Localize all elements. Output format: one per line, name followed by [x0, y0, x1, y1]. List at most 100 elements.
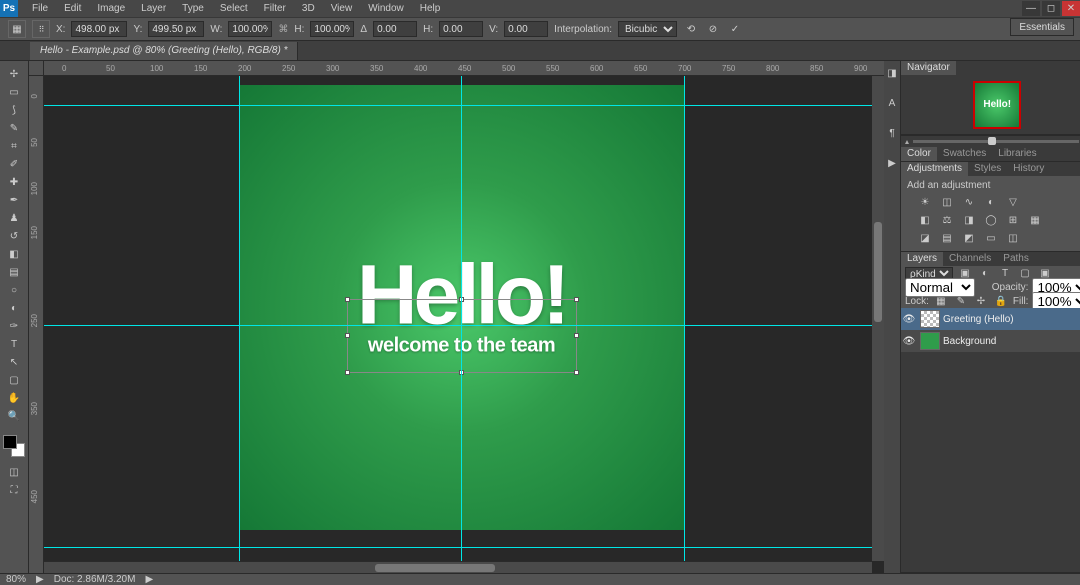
tab-color[interactable]: Color	[901, 147, 937, 161]
link-icon[interactable]: ⌘	[278, 22, 288, 36]
marquee-tool-icon[interactable]: ▭	[3, 83, 25, 101]
color-balance-icon[interactable]: ⚖	[939, 213, 955, 227]
history-brush-tool-icon[interactable]: ↺	[3, 227, 25, 245]
hue-sat-icon[interactable]: ◧	[917, 213, 933, 227]
menu-type[interactable]: Type	[174, 0, 212, 17]
brightness-icon[interactable]: ☀	[917, 195, 933, 209]
workspace-switcher[interactable]: Essentials	[1010, 18, 1074, 36]
dodge-tool-icon[interactable]: ◐	[3, 299, 25, 317]
zoom-tool-icon[interactable]: 🔍	[3, 407, 25, 425]
invert-icon[interactable]: ◪	[917, 231, 933, 245]
skewv-field[interactable]	[504, 21, 548, 37]
menu-help[interactable]: Help	[412, 0, 449, 17]
tab-channels[interactable]: Channels	[943, 252, 997, 266]
channel-mixer-icon[interactable]: ⊞	[1005, 213, 1021, 227]
lasso-tool-icon[interactable]: ⟆	[3, 101, 25, 119]
visibility-toggle-icon[interactable]: 👁	[901, 314, 917, 325]
quick-select-tool-icon[interactable]: ✎	[3, 119, 25, 137]
interp-select[interactable]: Bicubic	[618, 21, 677, 37]
menu-file[interactable]: File	[24, 0, 56, 17]
exposure-icon[interactable]: ◐	[983, 195, 999, 209]
menu-edit[interactable]: Edit	[56, 0, 89, 17]
menu-layer[interactable]: Layer	[133, 0, 174, 17]
canvas-area[interactable]: 0501001502002503003504004505005506006507…	[29, 61, 884, 573]
pen-tool-icon[interactable]: ✑	[3, 317, 25, 335]
horizontal-scrollbar[interactable]	[44, 561, 872, 573]
window-maximize[interactable]: ◻	[1042, 1, 1060, 16]
brush-tool-icon[interactable]: ✒	[3, 191, 25, 209]
menu-window[interactable]: Window	[360, 0, 412, 17]
menu-view[interactable]: View	[323, 0, 361, 17]
vertical-scrollbar[interactable]	[872, 76, 884, 561]
w-field[interactable]	[228, 21, 272, 37]
y-field[interactable]	[148, 21, 204, 37]
navigator-thumbnail[interactable]: Hello!	[973, 81, 1021, 129]
histogram-icon[interactable]: ◨	[884, 65, 900, 81]
tab-libraries[interactable]: Libraries	[992, 147, 1042, 161]
guide-horizontal[interactable]	[44, 105, 884, 106]
ruler-vertical[interactable]: 050100150250350450	[29, 76, 44, 573]
gradient-tool-icon[interactable]: ▤	[3, 263, 25, 281]
menu-image[interactable]: Image	[89, 0, 133, 17]
foreground-background-swatch[interactable]	[3, 435, 25, 457]
menu-filter[interactable]: Filter	[256, 0, 294, 17]
levels-icon[interactable]: ◫	[939, 195, 955, 209]
commit-transform-icon[interactable]: ✓	[727, 21, 743, 37]
stamp-tool-icon[interactable]: ♟	[3, 209, 25, 227]
lock-transparency-icon[interactable]: ▦	[933, 294, 949, 308]
path-select-tool-icon[interactable]: ↖	[3, 353, 25, 371]
warp-icon[interactable]: ⟲	[683, 21, 699, 37]
window-close[interactable]: ✕	[1062, 1, 1080, 16]
posterize-icon[interactable]: ▤	[939, 231, 955, 245]
lock-position-icon[interactable]: ✢	[973, 294, 989, 308]
foreground-color[interactable]	[3, 435, 17, 449]
layer-item[interactable]: 👁 Background	[901, 330, 1080, 352]
window-minimize[interactable]: —	[1022, 1, 1040, 16]
character-icon[interactable]: A	[884, 95, 900, 111]
selective-color-icon[interactable]: ◫	[1005, 231, 1021, 245]
curves-icon[interactable]: ∿	[961, 195, 977, 209]
ruler-origin[interactable]	[29, 61, 44, 76]
eraser-tool-icon[interactable]: ◧	[3, 245, 25, 263]
tab-layers[interactable]: Layers	[901, 252, 943, 266]
h-field[interactable]	[310, 21, 354, 37]
shape-tool-icon[interactable]: ▢	[3, 371, 25, 389]
crop-tool-icon[interactable]: ⌗	[3, 137, 25, 155]
eyedropper-tool-icon[interactable]: ✐	[3, 155, 25, 173]
filter-shape-icon[interactable]: ▢	[1017, 266, 1033, 280]
menu-3d[interactable]: 3D	[294, 0, 323, 17]
zoom-readout[interactable]: 80%	[6, 574, 26, 585]
lock-pixels-icon[interactable]: ✎	[953, 294, 969, 308]
screenmode-icon[interactable]: ⛶	[3, 481, 25, 499]
filter-adjust-icon[interactable]: ◐	[977, 266, 993, 280]
document-tab[interactable]: Hello - Example.psd @ 80% (Greeting (Hel…	[30, 42, 298, 60]
layer-thumbnail[interactable]	[920, 310, 940, 328]
lock-all-icon[interactable]: 🔒	[993, 294, 1009, 308]
actions-icon[interactable]: ▶	[884, 155, 900, 171]
threshold-icon[interactable]: ◩	[961, 231, 977, 245]
blur-tool-icon[interactable]: ○	[3, 281, 25, 299]
x-field[interactable]	[71, 21, 127, 37]
chevron-right-icon[interactable]: ▶	[145, 574, 153, 585]
tab-paths[interactable]: Paths	[997, 252, 1035, 266]
tab-history[interactable]: History	[1007, 162, 1050, 176]
healing-tool-icon[interactable]: ✚	[3, 173, 25, 191]
tab-adjustments[interactable]: Adjustments	[901, 162, 968, 176]
transform-anchor-icon[interactable]: ⠿	[32, 20, 50, 38]
menu-select[interactable]: Select	[212, 0, 256, 17]
tool-preset-icon[interactable]: ▦	[8, 20, 26, 38]
layer-name[interactable]: Greeting (Hello)	[943, 314, 1080, 325]
hand-tool-icon[interactable]: ✋	[3, 389, 25, 407]
bw-icon[interactable]: ◨	[961, 213, 977, 227]
ruler-horizontal[interactable]: 0501001502002503003504004505005506006507…	[44, 61, 884, 76]
tab-styles[interactable]: Styles	[968, 162, 1007, 176]
gradient-map-icon[interactable]: ▭	[983, 231, 999, 245]
skewh-field[interactable]	[439, 21, 483, 37]
color-lookup-icon[interactable]: ▦	[1027, 213, 1043, 227]
layer-name[interactable]: Background	[943, 336, 1080, 347]
vibrance-icon[interactable]: ▽	[1005, 195, 1021, 209]
navigator-zoom-slider[interactable]	[901, 135, 1080, 147]
filter-type-icon[interactable]: T	[997, 266, 1013, 280]
tab-swatches[interactable]: Swatches	[937, 147, 992, 161]
layer-item[interactable]: 👁 Greeting (Hello) fx	[901, 308, 1080, 330]
